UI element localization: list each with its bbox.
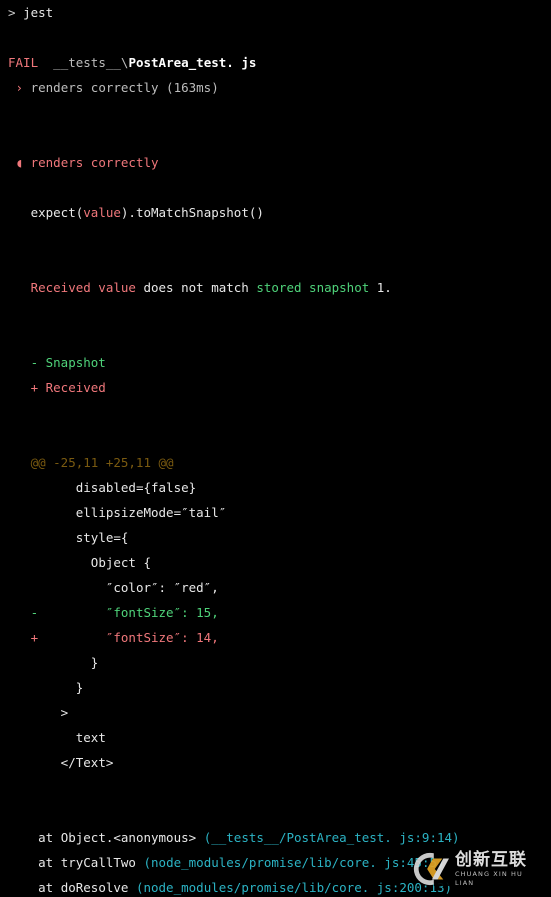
diff-body: disabled={false} ellipsizeMode=″tail″ st… [0,475,551,775]
command-line: > jest [0,0,551,25]
terminal-window: > jest FAIL __tests__\PostArea_test. js … [0,0,551,897]
stack-frame: at Object.<anonymous> (__tests__/PostAre… [0,825,551,850]
stack-file-path[interactable]: __tests__/PostArea_test. js:9:14 [211,830,452,845]
diff-hunk-header: @@ -25,11 +25,11 @@ [30,455,174,470]
stack-paren-close: ) [452,830,460,845]
assertion-line: expect(value).toMatchSnapshot() [0,200,551,225]
stack-at-keyword: at [38,880,61,895]
assertion-before: expect( [30,205,84,220]
fail-header: FAIL __tests__\PostArea_test. js [0,50,551,75]
stack-paren-close: ) [437,855,445,870]
mismatch-middle: does not match [135,280,257,295]
stack-trace: at Object.<anonymous> ( __tests__/PostAre… [0,825,551,897]
mismatch-tail: 1. [369,280,392,295]
stack-function-name: doResolve [60,880,136,895]
diff-text: } [38,655,99,670]
stack-file-path[interactable]: node_modules/promise/lib/core. js:45:5 [151,855,437,870]
diff-marker [31,505,39,520]
stack-frame: at tryCallTwo (node_modules/promise/lib/… [0,850,551,875]
diff-line: - ″fontSize″: 15, [0,600,551,625]
diff-line: ellipsizeMode=″tail″ [0,500,551,525]
diff-marker: + [30,630,39,645]
failure-bullet-icon: ◖ [15,155,24,170]
diff-line: + ″fontSize″: 14, [0,625,551,650]
mismatch-line: Received value does not match stored sna… [0,275,551,300]
diff-marker [31,705,39,720]
diff-marker [31,480,39,495]
diff-marker [31,755,39,770]
stack-frame: at doResolve (node_modules/promise/lib/c… [0,875,551,897]
failure-title-line: ◖ renders correctly [0,150,551,175]
diff-line: text [0,725,551,750]
chevron-right-icon: › [15,80,24,95]
prompt-chevron-icon: > [8,5,16,20]
diff-line: } [0,675,551,700]
diff-marker: - [30,605,39,620]
diff-line: Object { [0,550,551,575]
legend-snapshot-label: - Snapshot [30,355,106,370]
diff-line: } [0,650,551,675]
stack-at-keyword: at [38,855,61,870]
diff-marker [31,530,39,545]
test-directory: __tests__\ [53,55,129,70]
diff-marker [31,680,39,695]
stack-function-name: tryCallTwo [60,855,144,870]
stack-paren-open: ( [143,855,152,870]
diff-text: text [38,730,106,745]
diff-text: > [38,705,69,720]
diff-marker [31,555,39,570]
diff-text: style={ [38,530,129,545]
stack-paren-close: ) [444,880,453,895]
assertion-after: ).toMatchSnapshot() [120,205,264,220]
diff-line: ″color″: ″red″, [0,575,551,600]
legend-received-line: + Received [0,375,551,400]
diff-line: </Text> [0,750,551,775]
diff-text: disabled={false} [38,480,197,495]
legend-snapshot-line: - Snapshot [0,350,551,375]
mismatch-stored: stored snapshot [256,280,370,295]
legend-received-label: + Received [30,380,106,395]
diff-marker [31,655,39,670]
diff-line: > [0,700,551,725]
diff-text: } [38,680,84,695]
stack-at-keyword: at [38,830,61,845]
test-result-line: › renders correctly (163ms) [0,75,551,100]
diff-line: style={ [0,525,551,550]
diff-text: </Text> [38,755,114,770]
diff-marker [31,730,39,745]
failure-title-label: renders correctly [30,155,159,170]
diff-text: ″color″: ″red″, [38,580,219,595]
diff-hunk-header-line: @@ -25,11 +25,11 @@ [0,450,551,475]
diff-text: Object { [38,555,151,570]
command-text: jest [23,5,54,20]
status-badge: FAIL [8,55,39,70]
diff-line: disabled={false} [0,475,551,500]
stack-file-path[interactable]: node_modules/promise/lib/core. js:200:13 [143,880,444,895]
test-file-name: PostArea_test. js [128,55,257,70]
fail-spacer [38,55,53,70]
diff-text: ″fontSize″: 15, [38,605,219,620]
stack-function-name: Object.<anonymous> [60,830,204,845]
diff-text: ″fontSize″: 14, [38,630,219,645]
assertion-arg: value [83,205,121,220]
test-result-label: renders correctly (163ms) [30,80,219,95]
diff-text: ellipsizeMode=″tail″ [38,505,227,520]
mismatch-received: Received value [30,280,136,295]
diff-marker [31,580,39,595]
